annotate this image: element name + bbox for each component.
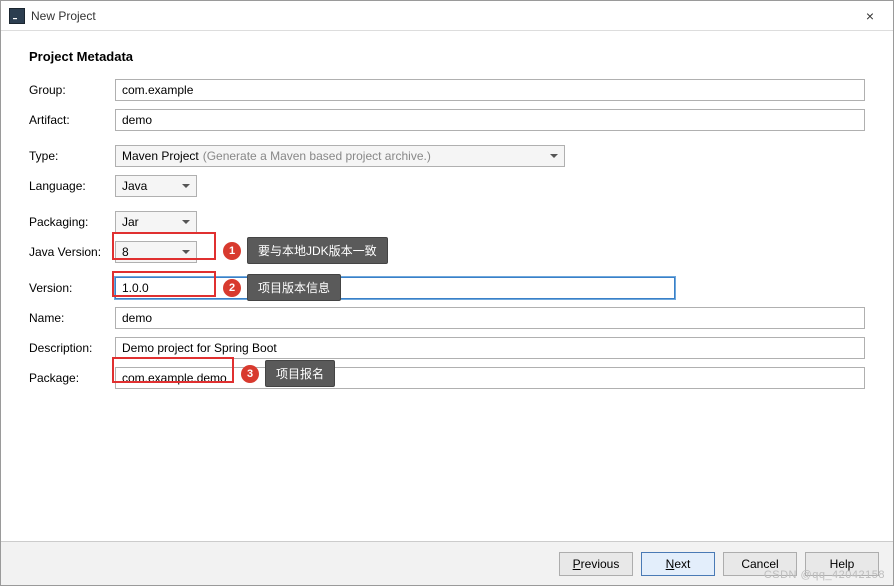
input-description[interactable]: [115, 337, 865, 359]
select-language[interactable]: Java: [115, 175, 197, 197]
select-packaging[interactable]: Jar: [115, 211, 197, 233]
select-type[interactable]: Maven Project (Generate a Maven based pr…: [115, 145, 565, 167]
select-java-version-value: 8: [122, 245, 129, 259]
input-artifact[interactable]: [115, 109, 865, 131]
titlebar: New Project ×: [1, 1, 893, 31]
label-packaging: Packaging:: [29, 215, 115, 229]
select-type-value: Maven Project: [122, 149, 199, 163]
annotation-badge-1: 1: [223, 242, 241, 260]
label-type: Type:: [29, 149, 115, 163]
label-artifact: Artifact:: [29, 113, 115, 127]
annotation-2: 2 项目版本信息: [223, 274, 341, 301]
label-version: Version:: [29, 281, 115, 295]
select-java-version[interactable]: 8: [115, 241, 197, 263]
label-language: Language:: [29, 179, 115, 193]
label-group: Group:: [29, 83, 115, 97]
annotation-text-3: 项目报名: [265, 360, 335, 387]
row-description: Description:: [29, 336, 865, 360]
chevron-down-icon: [182, 184, 190, 188]
select-language-value: Java: [122, 179, 147, 193]
row-artifact: Artifact:: [29, 108, 865, 132]
watermark: CSDN @qq_42042158: [764, 569, 885, 581]
select-packaging-value: Jar: [122, 215, 139, 229]
chevron-down-icon: [182, 220, 190, 224]
annotation-text-1: 要与本地JDK版本一致: [247, 237, 388, 264]
row-name: Name:: [29, 306, 865, 330]
section-title: Project Metadata: [29, 49, 865, 64]
chevron-down-icon: [550, 154, 558, 158]
previous-button[interactable]: PPreviousrevious: [559, 552, 633, 576]
label-description: Description:: [29, 341, 115, 355]
annotation-badge-3: 3: [241, 365, 259, 383]
row-java-version: Java Version: 8: [29, 240, 865, 264]
close-button[interactable]: ×: [847, 1, 893, 31]
input-group[interactable]: [115, 79, 865, 101]
dialog-footer: PPreviousrevious NextNext Cancel Help: [1, 541, 893, 585]
row-group: Group:: [29, 78, 865, 102]
dialog-content: Project Metadata Group: Artifact: Type: …: [1, 31, 893, 390]
new-project-dialog: New Project × Project Metadata Group: Ar…: [0, 0, 894, 586]
input-version[interactable]: [115, 277, 675, 299]
label-java-version: Java Version:: [29, 245, 115, 259]
select-type-hint: (Generate a Maven based project archive.…: [203, 149, 431, 163]
annotation-3: 3 项目报名: [241, 360, 335, 387]
window-title: New Project: [31, 9, 96, 23]
row-type: Type: Maven Project (Generate a Maven ba…: [29, 144, 865, 168]
annotation-text-2: 项目版本信息: [247, 274, 341, 301]
label-package: Package:: [29, 371, 115, 385]
input-name[interactable]: [115, 307, 865, 329]
row-package: Package:: [29, 366, 865, 390]
next-button[interactable]: NextNext: [641, 552, 715, 576]
row-language: Language: Java: [29, 174, 865, 198]
label-name: Name:: [29, 311, 115, 325]
chevron-down-icon: [182, 250, 190, 254]
intellij-icon: [9, 8, 25, 24]
row-version: Version:: [29, 276, 865, 300]
row-packaging: Packaging: Jar: [29, 210, 865, 234]
annotation-badge-2: 2: [223, 279, 241, 297]
input-package[interactable]: [115, 367, 865, 389]
annotation-1: 1 要与本地JDK版本一致: [223, 237, 388, 264]
